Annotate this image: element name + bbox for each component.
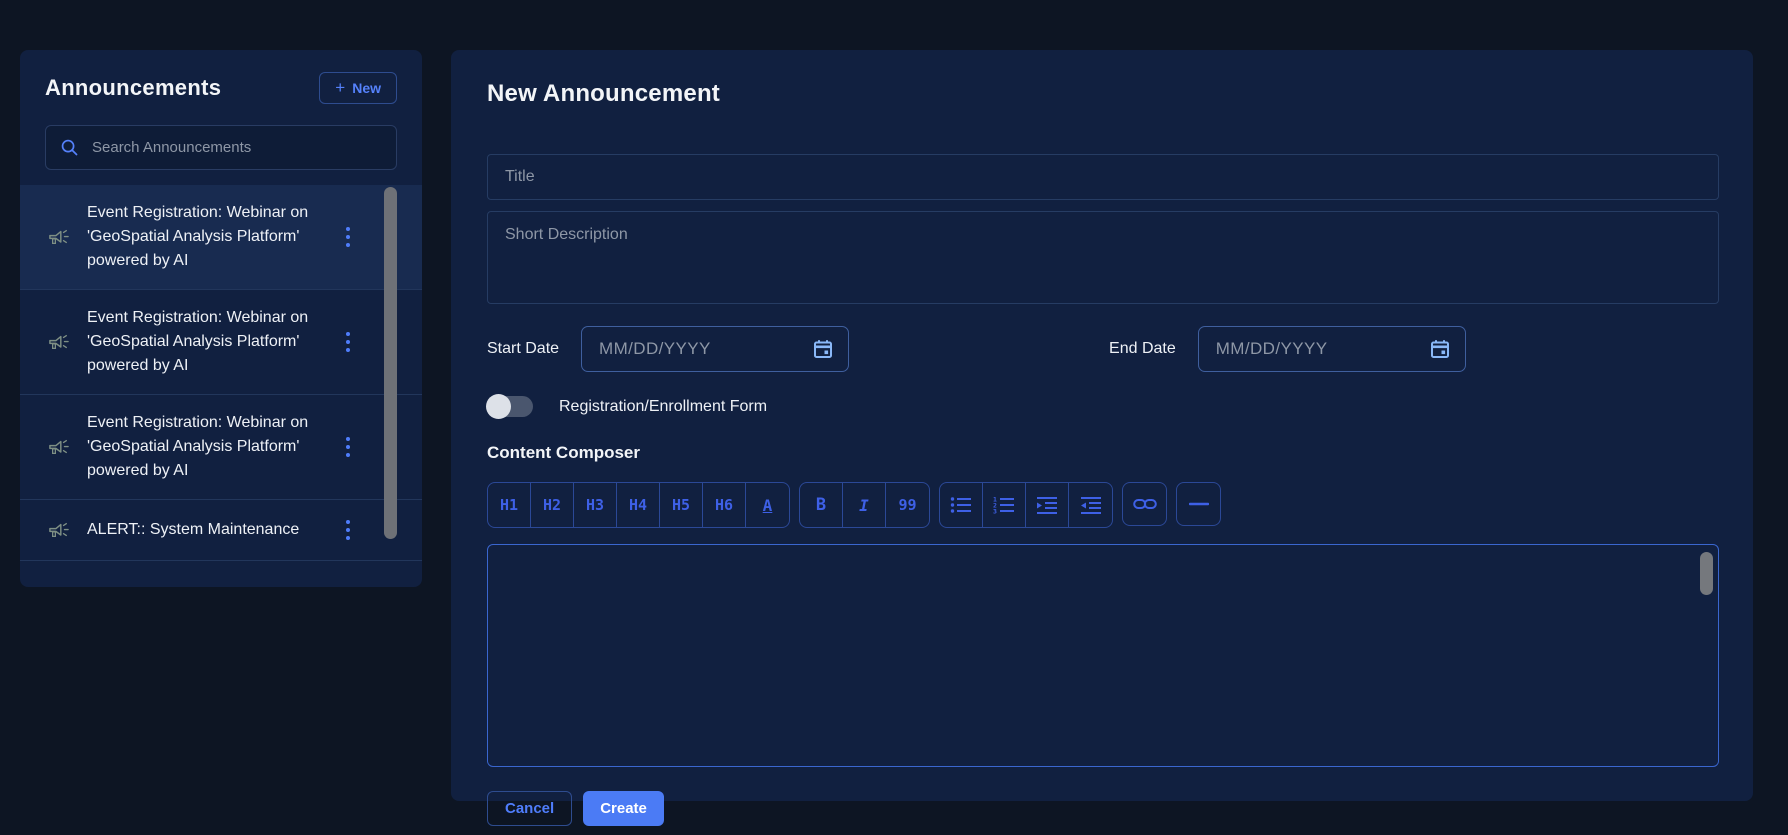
search-box[interactable]: [45, 125, 397, 170]
new-announcement-button[interactable]: + New: [319, 72, 397, 104]
registration-toggle-row: Registration/Enrollment Form: [486, 394, 1719, 419]
megaphone-icon: [48, 227, 70, 247]
blockquote-button[interactable]: 99: [886, 483, 929, 527]
h5-button[interactable]: H5: [660, 483, 703, 527]
underline-a-button[interactable]: A: [746, 483, 789, 527]
calendar-icon[interactable]: [1429, 338, 1451, 360]
numbered-list-button[interactable]: 1 2 3: [983, 483, 1026, 527]
bold-button[interactable]: B: [800, 483, 843, 527]
plus-icon: +: [335, 78, 346, 97]
start-date-label: Start Date: [487, 340, 560, 357]
kebab-menu-icon[interactable]: [340, 516, 356, 544]
announcement-item[interactable]: ALERT:: System Maintenance: [20, 500, 422, 561]
bullet-list-icon: [950, 497, 971, 513]
italic-button[interactable]: I: [843, 483, 886, 527]
end-date-input[interactable]: [1215, 339, 1429, 359]
h4-button[interactable]: H4: [617, 483, 660, 527]
end-date-label: End Date: [1109, 340, 1176, 357]
content-editor-input[interactable]: [488, 545, 1718, 766]
end-date-field[interactable]: [1197, 326, 1466, 372]
kebab-menu-icon[interactable]: [340, 433, 356, 461]
announcements-list: Event Registration: Webinar on 'GeoSpati…: [20, 185, 422, 594]
registration-toggle-label: Registration/Enrollment Form: [559, 397, 768, 415]
heading-button-group: H1 H2 H3 H4 H5 H6 A: [487, 482, 790, 528]
list-scrollbar[interactable]: [384, 187, 397, 539]
bullet-list-button[interactable]: [940, 483, 983, 527]
content-editor-area: [487, 544, 1719, 767]
start-date-field[interactable]: [581, 326, 850, 372]
outdent-icon: [1080, 497, 1101, 514]
content-scrollbar[interactable]: [1700, 552, 1713, 595]
megaphone-icon: [48, 520, 70, 540]
create-button[interactable]: Create: [583, 791, 664, 826]
h3-button[interactable]: H3: [574, 483, 617, 527]
announcement-item[interactable]: Event Registration: Webinar on 'GeoSpati…: [20, 290, 422, 395]
kebab-menu-icon[interactable]: [340, 328, 356, 356]
search-input[interactable]: [92, 139, 382, 156]
megaphone-icon: [48, 332, 70, 352]
h1-button[interactable]: H1: [488, 483, 531, 527]
svg-text:3: 3: [993, 508, 997, 515]
announcement-item[interactable]: Event Registration: Webinar on 'GeoSpati…: [20, 185, 422, 290]
page-title: New Announcement: [487, 80, 720, 107]
search-icon: [61, 139, 78, 156]
horizontal-rule-icon: [1188, 502, 1209, 506]
indent-icon: [1037, 497, 1057, 514]
list-button-group: 1 2 3: [939, 482, 1113, 528]
announcements-panel: Announcements + New Search Announcements…: [20, 50, 422, 587]
announcement-item-text: Event Registration: Webinar on 'GeoSpati…: [87, 309, 309, 374]
announcement-item-text: Event Registration: Webinar on 'GeoSpati…: [87, 414, 309, 479]
new-button-label: New: [352, 80, 381, 96]
numbered-list-icon: 1 2 3: [993, 496, 1014, 515]
new-announcement-panel: New Announcement Start Date End Date: [451, 50, 1753, 826]
h2-button[interactable]: H2: [531, 483, 574, 527]
megaphone-icon: [48, 437, 70, 457]
content-composer-heading: Content Composer: [487, 443, 640, 462]
h6-button[interactable]: H6: [703, 483, 746, 527]
format-button-group: B I 99: [799, 482, 930, 528]
kebab-menu-icon[interactable]: [340, 223, 356, 251]
short-description-input[interactable]: [487, 211, 1719, 304]
announcement-item-text: Event Registration: Webinar on 'GeoSpati…: [87, 204, 309, 269]
title-input[interactable]: [487, 154, 1719, 200]
date-row: Start Date End Date: [487, 326, 1719, 372]
link-button[interactable]: [1122, 482, 1167, 526]
announcement-item-text: ALERT:: System Maintenance: [87, 521, 300, 538]
indent-button[interactable]: [1026, 483, 1069, 527]
calendar-icon[interactable]: [812, 338, 834, 360]
composer-toolbar: H1 H2 H3 H4 H5 H6 A B I 99 1 2 3: [487, 482, 1719, 528]
cancel-button[interactable]: Cancel: [487, 791, 573, 826]
announcements-title: Announcements: [45, 75, 222, 100]
outdent-button[interactable]: [1069, 483, 1112, 527]
start-date-input[interactable]: [599, 339, 813, 359]
registration-toggle[interactable]: [486, 394, 533, 419]
form-actions: Cancel Create: [487, 791, 1719, 826]
link-icon: [1132, 499, 1157, 509]
announcement-item[interactable]: Event Registration: Webinar on 'GeoSpati…: [20, 395, 422, 500]
horizontal-rule-button[interactable]: [1176, 482, 1221, 526]
